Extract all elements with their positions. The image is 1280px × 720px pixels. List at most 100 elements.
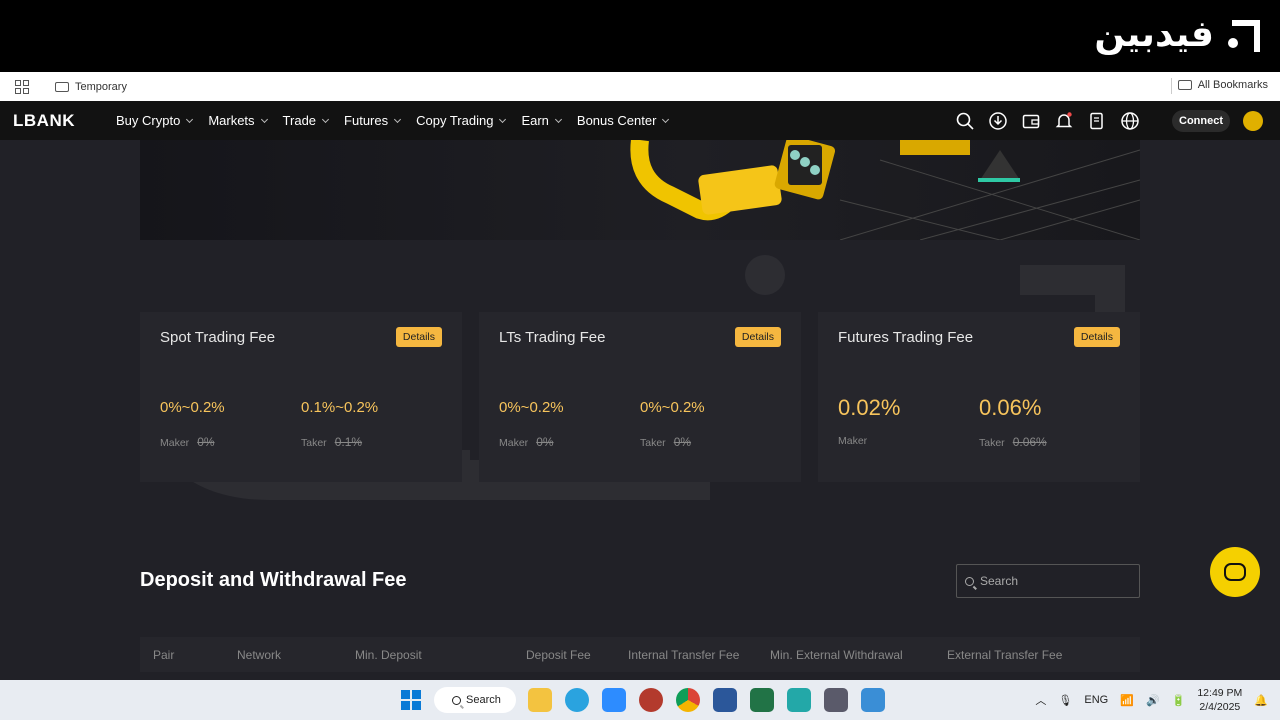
microphone-icon[interactable]: 🎙 xyxy=(1058,694,1072,707)
fee-card-title: Spot Trading Fee xyxy=(160,329,276,346)
chrome-icon[interactable] xyxy=(676,688,700,712)
taskbar-search[interactable]: Search xyxy=(434,687,516,713)
windows-start-icon[interactable] xyxy=(401,690,421,710)
maker-label-row: Maker 0% xyxy=(160,435,215,449)
details-button[interactable]: Details xyxy=(395,327,442,347)
chevron-down-icon xyxy=(394,115,402,123)
nav-item-bonus-center[interactable]: Bonus Center xyxy=(576,113,670,128)
app-p-icon[interactable] xyxy=(639,688,663,712)
chat-icon xyxy=(1224,563,1246,581)
file-explorer-icon[interactable] xyxy=(528,688,552,712)
chevron-down-icon xyxy=(260,115,268,123)
chevron-down-icon xyxy=(186,115,194,123)
system-tray: ︿ 🎙 ENG 📶 🔊 🔋 12:49 PM 2/4/2025 🔔 xyxy=(1035,686,1268,714)
all-bookmarks-button[interactable]: All Bookmarks xyxy=(1177,79,1268,91)
column-header[interactable]: External Transfer Fee xyxy=(947,648,1062,662)
fee-table-header: Pair Network Min. Deposit Deposit Fee In… xyxy=(140,637,1140,672)
watermark-mark-icon xyxy=(1226,18,1260,52)
nav-item-buy-crypto[interactable]: Buy Crypto xyxy=(116,113,194,128)
taker-fee-value: 0.06% xyxy=(979,395,1042,420)
wallet-icon[interactable] xyxy=(1021,111,1041,131)
taker-label-row: Taker 0% xyxy=(640,435,691,449)
nav-item-copy-trading[interactable]: Copy Trading xyxy=(416,113,507,128)
support-chat-button[interactable] xyxy=(1210,547,1260,597)
brand-logo[interactable]: LBANK xyxy=(13,111,116,131)
nav-item-label: Bonus Center xyxy=(576,113,657,128)
main-content: Spot Trading Fee Details 0%~0.2% 0.1%~0.… xyxy=(0,140,1280,680)
folder-icon xyxy=(55,81,69,92)
nav-item-label: Buy Crypto xyxy=(116,113,181,128)
globe-icon[interactable] xyxy=(1120,111,1140,131)
column-header[interactable]: Min. Deposit xyxy=(355,648,422,662)
details-button[interactable]: Details xyxy=(1073,327,1120,347)
search-icon xyxy=(452,695,461,705)
site-navbar: LBANK Buy Crypto Markets Trade Futures C… xyxy=(0,101,1280,140)
taker-fee-value: 0%~0.2% xyxy=(640,399,705,416)
maker-label-row: Maker 0% xyxy=(499,435,554,449)
telegram-icon[interactable] xyxy=(565,688,589,712)
nav-item-futures[interactable]: Futures xyxy=(344,113,402,128)
column-header[interactable]: Network xyxy=(237,648,281,662)
video-overlay-bar: فیدبین xyxy=(0,0,1280,72)
bookmark-folder-label: Temporary xyxy=(75,80,127,93)
taker-label: Taker xyxy=(301,437,327,449)
folder-icon xyxy=(1177,80,1192,90)
windows-taskbar: Search ︿ 🎙 ENG 📶 🔊 🔋 12:49 PM 2/4/2025 🔔 xyxy=(0,680,1280,720)
search-input[interactable]: Search xyxy=(956,564,1140,598)
maker-fee-value: 0%~0.2% xyxy=(160,399,225,416)
nav-item-label: Futures xyxy=(344,113,389,128)
chevron-down-icon xyxy=(554,115,562,123)
clock-date: 2/4/2025 xyxy=(1199,701,1241,713)
maker-old-fee: 0% xyxy=(536,435,554,449)
bookmark-folder-temporary[interactable]: Temporary xyxy=(55,81,127,93)
notification-bell-icon[interactable]: 🔔 xyxy=(1254,694,1268,707)
clock[interactable]: 12:49 PM 2/4/2025 xyxy=(1197,686,1242,714)
nav-item-label: Trade xyxy=(282,113,317,128)
download-icon[interactable] xyxy=(988,111,1008,131)
column-header[interactable]: Min. External Withdrawal xyxy=(770,648,903,662)
bookmarks-divider xyxy=(1171,78,1172,94)
taker-old-fee: 0% xyxy=(673,435,692,449)
taker-old-fee: 0.1% xyxy=(334,435,363,449)
taker-label-row: Taker 0.06% xyxy=(979,435,1047,449)
avatar[interactable] xyxy=(1243,111,1263,131)
search-icon xyxy=(965,576,974,586)
maker-old-fee: 0% xyxy=(197,435,215,449)
excel-icon[interactable] xyxy=(750,688,774,712)
chevron-down-icon xyxy=(321,115,330,123)
details-button[interactable]: Details xyxy=(734,327,781,347)
zoom-icon[interactable] xyxy=(602,688,626,712)
search-placeholder: Search xyxy=(980,574,1019,588)
fee-card-lts: LTs Trading Fee Details 0%~0.2% 0%~0.2% … xyxy=(479,312,801,482)
taker-old-fee: 0.06% xyxy=(1012,435,1047,449)
apps-grid-icon[interactable] xyxy=(15,79,29,94)
language-indicator[interactable]: ENG xyxy=(1084,694,1108,706)
battery-icon[interactable]: 🔋 xyxy=(1172,694,1186,707)
nav-item-earn[interactable]: Earn xyxy=(521,113,562,128)
orders-icon[interactable] xyxy=(1087,111,1107,131)
all-bookmarks-label: All Bookmarks xyxy=(1197,79,1268,91)
nav-item-markets[interactable]: Markets xyxy=(208,113,268,128)
nav-item-label: Copy Trading xyxy=(416,113,494,128)
maker-label: Maker xyxy=(838,435,868,447)
snipping-tool-icon[interactable] xyxy=(861,688,885,712)
calculator-icon[interactable] xyxy=(824,688,848,712)
column-header[interactable]: Internal Transfer Fee xyxy=(628,648,739,662)
search-icon[interactable] xyxy=(955,111,975,131)
nav-item-trade[interactable]: Trade xyxy=(282,113,330,128)
connect-button[interactable]: Connect xyxy=(1172,110,1230,132)
fee-card-title: LTs Trading Fee xyxy=(499,329,606,346)
taker-label-row: Taker 0.1% xyxy=(301,435,362,449)
volume-icon[interactable]: 🔊 xyxy=(1146,694,1160,707)
column-header[interactable]: Deposit Fee xyxy=(526,648,591,662)
word-icon[interactable] xyxy=(713,688,737,712)
bell-icon[interactable] xyxy=(1054,111,1074,131)
chevron-down-icon xyxy=(499,115,507,123)
nav-item-label: Earn xyxy=(521,113,549,128)
wifi-icon[interactable]: 📶 xyxy=(1120,694,1134,707)
column-header[interactable]: Pair xyxy=(153,648,174,662)
maker-fee-value: 0%~0.2% xyxy=(499,399,564,416)
chevron-up-icon[interactable]: ︿ xyxy=(1035,692,1046,708)
perplexity-icon[interactable] xyxy=(787,688,811,712)
taskbar-apps xyxy=(528,688,885,712)
